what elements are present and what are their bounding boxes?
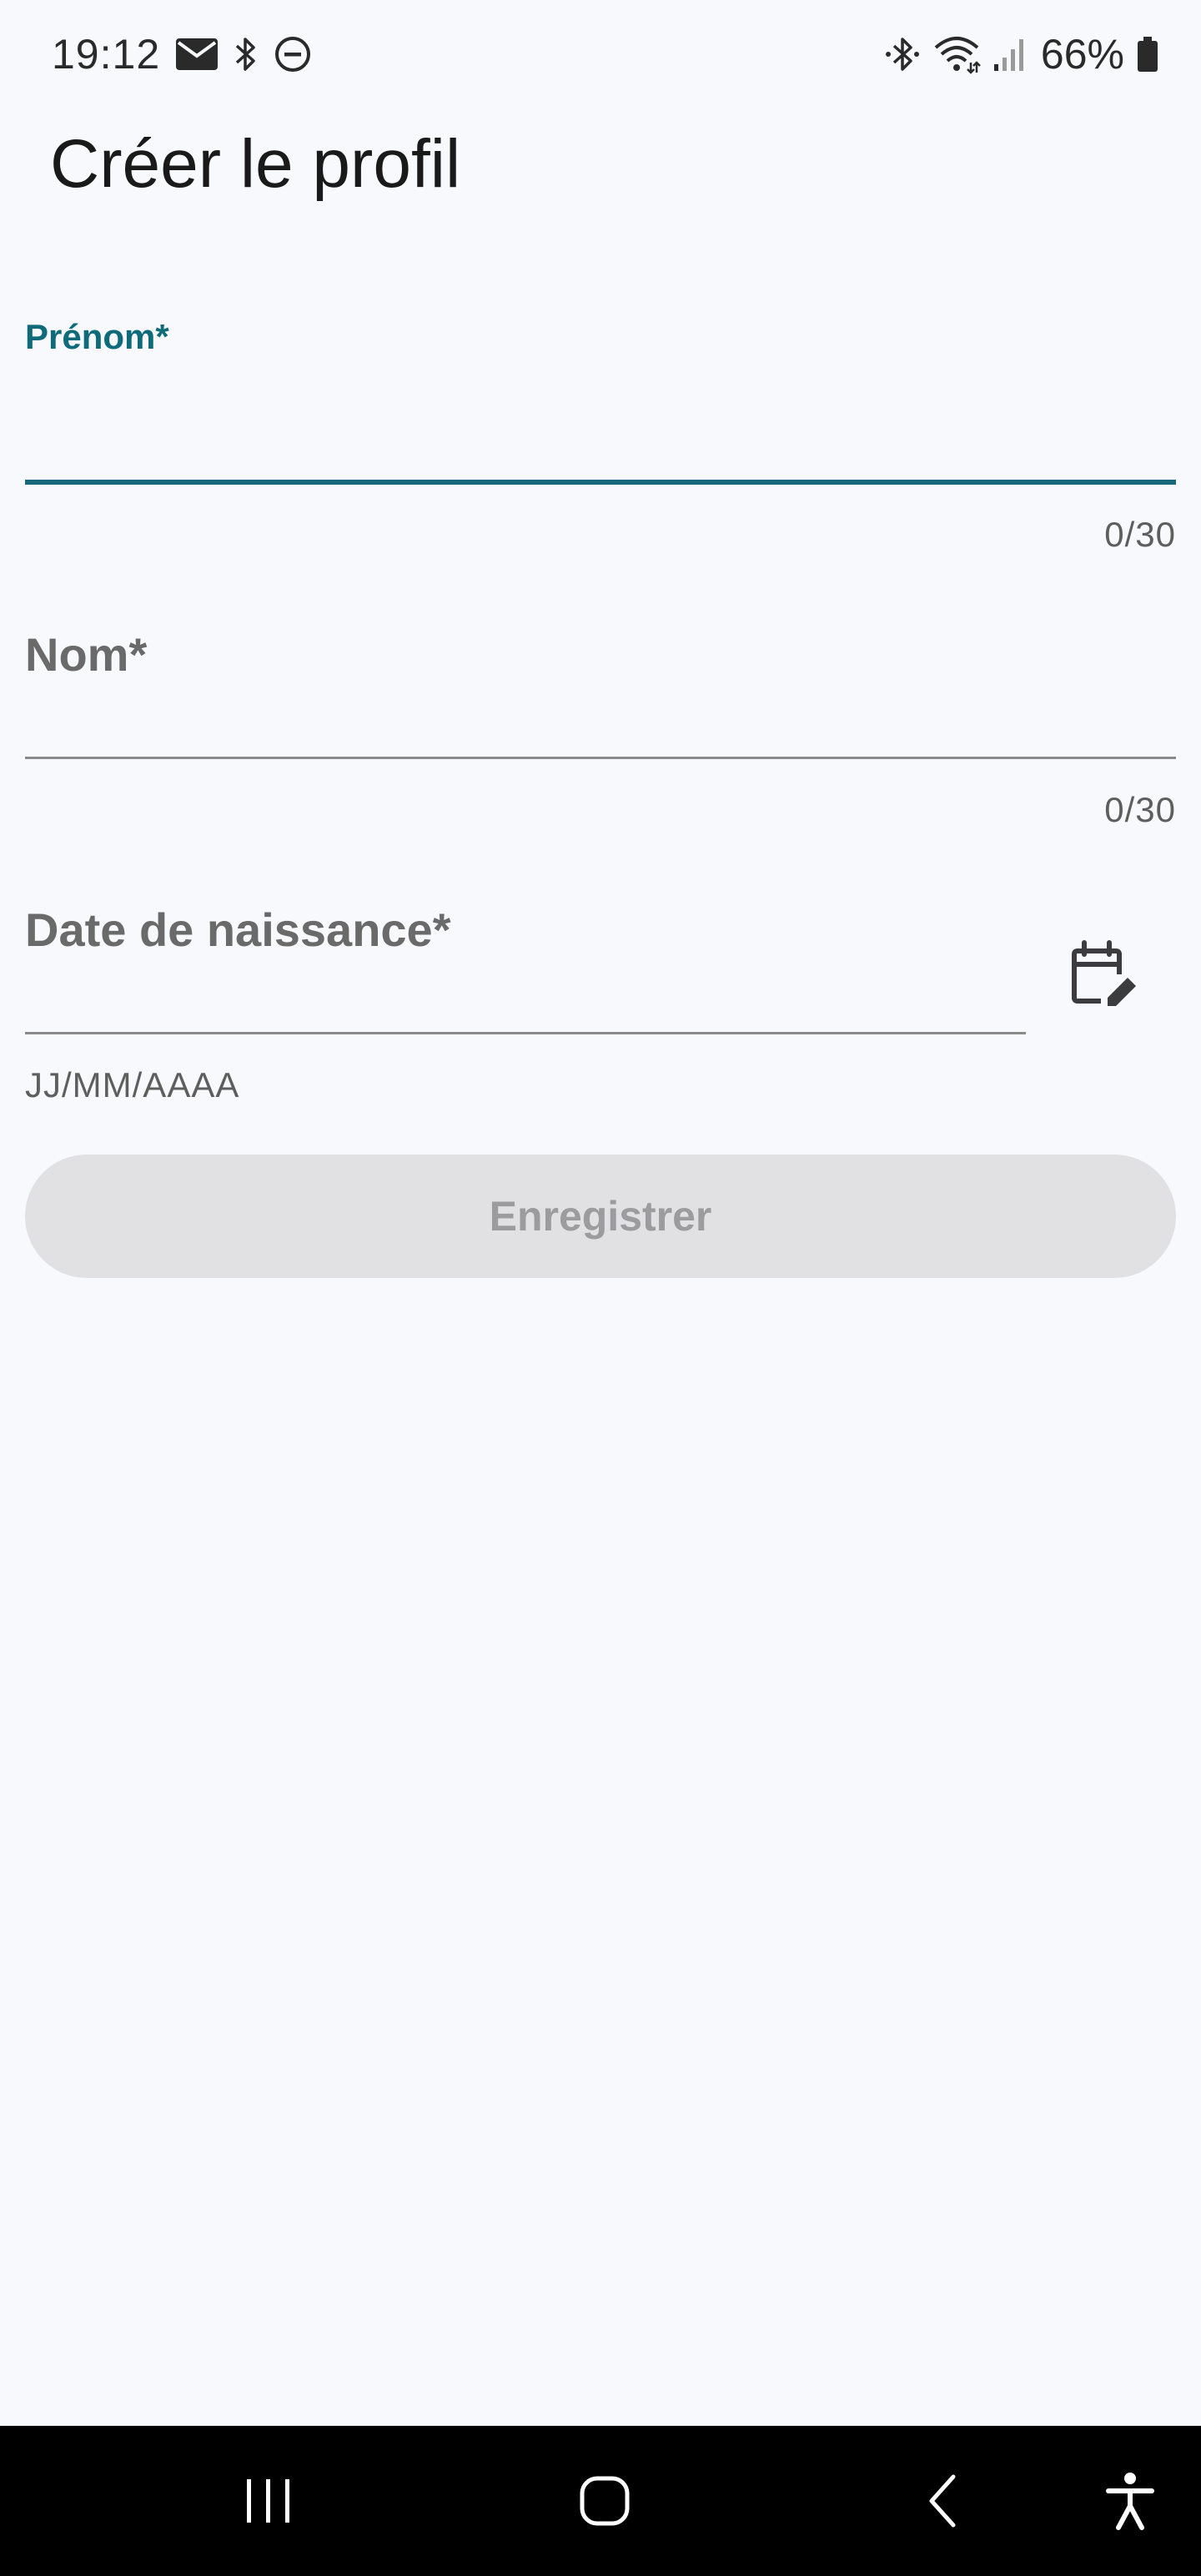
home-button[interactable] [555,2426,655,2576]
first-name-field[interactable]: Prénom* 0/30 [25,317,1176,559]
last-name-underline [25,757,1176,759]
accessibility-button[interactable] [1084,2426,1176,2576]
birth-date-input[interactable] [25,903,1026,1028]
back-button[interactable] [892,2426,992,2576]
wifi-icon [932,34,981,74]
mail-icon [175,38,219,71]
battery-icon [1136,36,1159,73]
do-not-disturb-icon [274,35,312,73]
calendar-edit-icon [1069,939,1139,1009]
recent-apps-icon [242,2476,295,2526]
recent-apps-button[interactable] [219,2426,319,2576]
last-name-field[interactable]: Nom* 0/30 [25,627,1176,836]
accessibility-icon [1105,2471,1155,2531]
first-name-input[interactable] [25,367,1176,467]
calendar-edit-button[interactable] [1064,934,1144,1014]
first-name-counter: 0/30 [1104,515,1176,554]
first-name-label: Prénom* [25,317,169,356]
first-name-underline [25,480,1176,485]
status-bar-right: 66% [884,25,1159,83]
save-button[interactable]: Enregistrer [25,1155,1176,1278]
birth-date-helper: JJ/MM/AAAA [25,1065,240,1104]
status-bar-left: 19:12 [52,25,312,83]
birth-date-field[interactable]: Date de naissance* JJ/MM/AAAA [25,903,1026,1111]
last-name-counter: 0/30 [1104,790,1176,829]
bluetooth-icon [884,34,921,74]
back-icon [922,2472,963,2530]
navigation-bar [0,2426,1201,2576]
bluetooth-icon [234,34,259,74]
birth-date-underline [25,1032,1026,1034]
battery-percent: 66% [1040,31,1124,78]
page-title: Créer le profil [50,126,461,202]
home-icon [578,2474,631,2528]
status-time: 19:12 [52,31,161,78]
last-name-input[interactable] [25,627,1176,752]
status-bar: 19:12 66% [0,0,1201,108]
signal-icon [992,36,1029,73]
